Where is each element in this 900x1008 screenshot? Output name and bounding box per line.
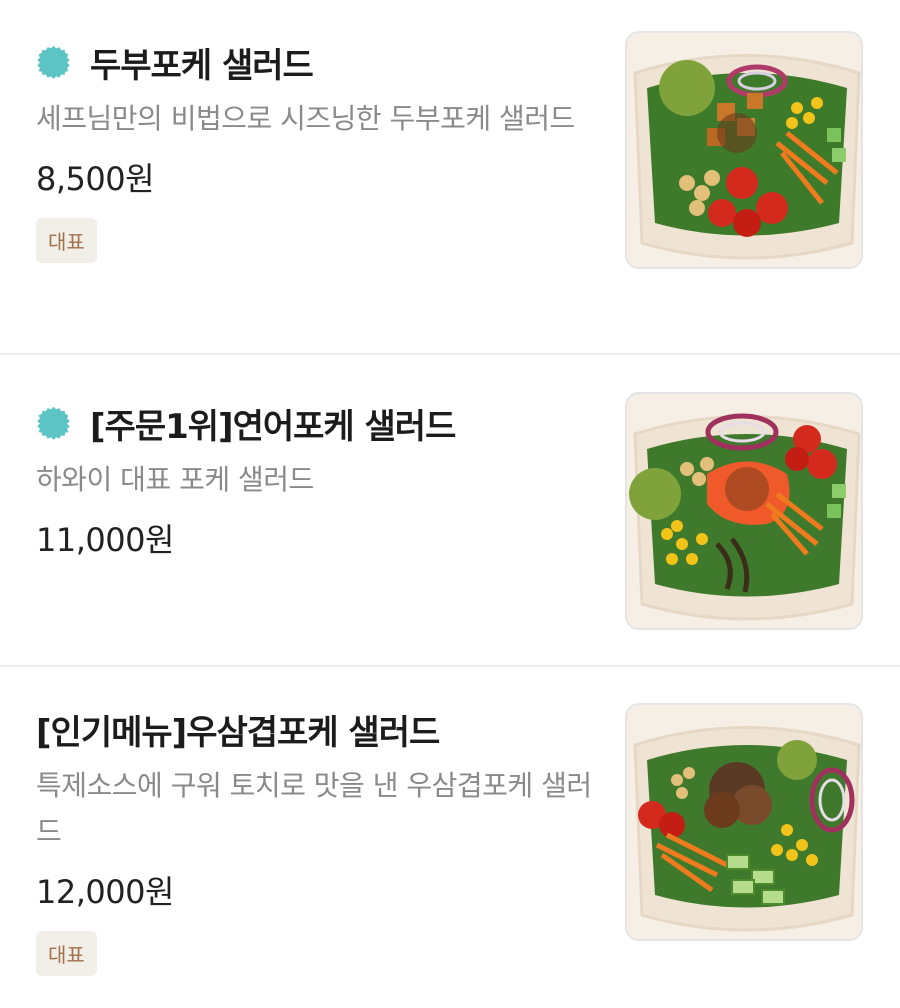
menu-item-text: [인기메뉴]우삼겹포케 샐러드 특제소스에 구워 토치로 맛을 낸 우삼겹포케 …: [36, 699, 596, 976]
menu-item-tofu-poke[interactable]: 인기 두부포케 샐러드 세프님만의 비법으로 시즈닝한 두부포케 샐러드 8,5…: [0, 0, 900, 355]
menu-item-text: 인기 [주문1위]연어포케 샐러드 하와이 대표 포케 샐러드 11,000원: [36, 393, 596, 561]
title-row: 인기 두부포케 샐러드: [36, 32, 596, 92]
badge-label: 인기: [71, 403, 87, 448]
salad-bowl-photo-icon: [627, 705, 861, 939]
item-price: 12,000원: [36, 873, 174, 911]
signature-tag: 대표: [36, 218, 97, 263]
item-name: [주문1위]연어포케 샐러드: [90, 406, 456, 447]
item-thumbnail[interactable]: [625, 31, 863, 269]
scalloped-badge-icon: [37, 406, 70, 440]
item-description: 특제소스에 구워 토치로 맛을 낸 우삼겹포케 샐러드: [36, 769, 592, 848]
menu-item-text: 인기 두부포케 샐러드 세프님만의 비법으로 시즈닝한 두부포케 샐러드 8,5…: [36, 32, 596, 263]
salad-bowl-photo-icon: [627, 33, 861, 267]
title-row: [인기메뉴]우삼겹포케 샐러드: [36, 699, 596, 759]
menu-item-salmon-poke[interactable]: 인기 [주문1위]연어포케 샐러드 하와이 대표 포케 샐러드 11,000원: [0, 355, 900, 667]
signature-tag: 대표: [36, 931, 97, 976]
item-price: 11,000원: [36, 521, 174, 559]
item-name: [인기메뉴]우삼겹포케 샐러드: [36, 712, 440, 753]
item-description: 세프님만의 비법으로 시즈닝한 두부포케 샐러드: [36, 102, 575, 135]
salad-bowl-photo-icon: [627, 394, 861, 628]
menu-item-beef-poke[interactable]: [인기메뉴]우삼겹포케 샐러드 특제소스에 구워 토치로 맛을 낸 우삼겹포케 …: [0, 667, 900, 1008]
item-price: 8,500원: [36, 160, 155, 198]
badge-label: 인기: [71, 42, 87, 87]
title-row: 인기 [주문1위]연어포케 샐러드: [36, 393, 596, 453]
item-thumbnail[interactable]: [625, 703, 863, 941]
menu-list: 인기 두부포케 샐러드 세프님만의 비법으로 시즈닝한 두부포케 샐러드 8,5…: [0, 0, 900, 1008]
item-thumbnail[interactable]: [625, 392, 863, 630]
item-description: 하와이 대표 포케 샐러드: [36, 463, 314, 496]
item-name: 두부포케 샐러드: [90, 45, 314, 86]
popular-badge: 인기: [36, 35, 90, 89]
scalloped-badge-icon: [37, 45, 70, 79]
popular-badge: 인기: [36, 396, 90, 450]
